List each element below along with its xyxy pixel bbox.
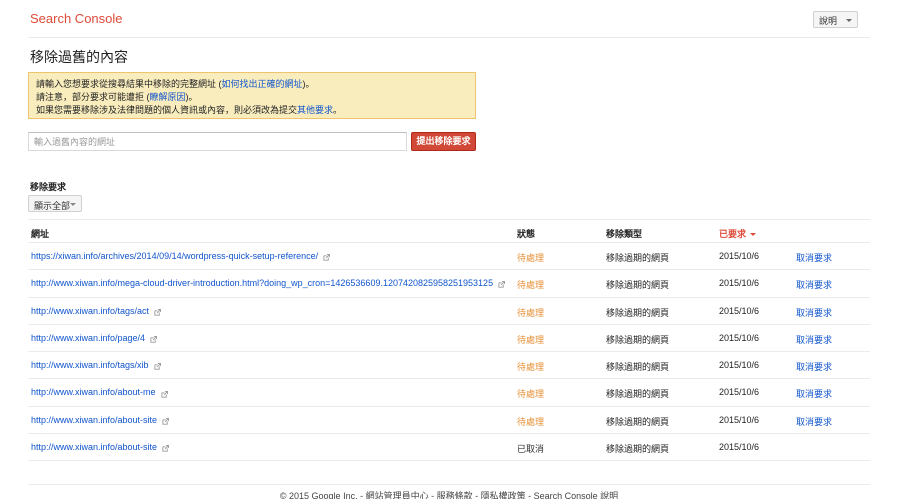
learn-why-link[interactable]: 瞭解原因 — [150, 92, 186, 102]
external-link-icon[interactable] — [498, 280, 506, 288]
other-request-link[interactable]: 其他要求 — [297, 105, 333, 115]
external-link-icon[interactable] — [154, 362, 161, 370]
external-link-icon[interactable] — [323, 253, 331, 261]
requested-date-text: 2015/10/6 — [719, 305, 760, 316]
external-link-icon[interactable] — [162, 417, 170, 425]
table-row: http://www.xiwan.info/about-me 待處理 移除過期的網頁… — [28, 379, 870, 407]
column-header-status[interactable]: 狀態 — [517, 227, 535, 240]
url-link[interactable]: http://www.xiwan.info/tags/xib — [31, 360, 149, 370]
table-header: 網址 狀態 移除類型 已要求 — [28, 219, 870, 243]
top-bar: Search Console 說明 — [0, 0, 900, 38]
column-header-type[interactable]: 移除類型 — [606, 227, 642, 240]
status-text: 已取消 — [517, 444, 545, 455]
url-link[interactable]: http://www.xiwan.info/tags/act — [31, 306, 149, 316]
requested-date-text: 2015/10/6 — [719, 387, 760, 398]
table-row: http://www.xiwan.info/about-site 已取消 移除過期的… — [28, 434, 870, 462]
removal-type-text: 移除過期的網頁 — [606, 253, 670, 263]
url-link[interactable]: http://www.xiwan.info/about-site — [31, 415, 157, 425]
row-url-cell: http://www.xiwan.info/about-site — [31, 415, 170, 425]
app-brand[interactable]: Search Console — [30, 11, 123, 26]
notice-line-1: 請輸入您想要求從搜尋結果中移除的完整網址 (如何找出正確的網址)。 — [36, 79, 315, 89]
notice-line-3: 如果您需要移除涉及法律問題的個人資訊或內容，則必須改為提交其他要求。 — [36, 105, 343, 115]
requested-date-text: 2015/10/6 — [719, 414, 760, 425]
url-link[interactable]: http://www.xiwan.info/about-me — [31, 387, 156, 397]
status-text: 待處理 — [517, 389, 545, 400]
submit-removal-button[interactable]: 提出移除要求 — [411, 132, 476, 151]
chevron-down-icon — [70, 203, 76, 206]
removal-type-text: 移除過期的網頁 — [606, 444, 670, 455]
outdated-url-input[interactable] — [28, 132, 407, 151]
row-url-cell: http://www.xiwan.info/tags/xib — [31, 360, 161, 370]
cancel-request-link[interactable]: 取消要求 — [796, 387, 832, 400]
requests-section-title: 移除要求 — [30, 182, 67, 192]
requested-date-text: 2015/10/6 — [719, 360, 760, 371]
cancel-request-link[interactable]: 取消要求 — [796, 251, 832, 264]
chevron-down-icon — [846, 19, 852, 22]
external-link-icon[interactable] — [162, 444, 170, 452]
url-link[interactable]: http://www.xiwan.info/about-site — [31, 442, 157, 452]
removal-type-text: 移除過期的網頁 — [606, 280, 670, 291]
instructions-notice: 請輸入您想要求從搜尋結果中移除的完整網址 (如何找出正確的網址)。 請注意，部分… — [28, 72, 476, 119]
status-text: 待處理 — [517, 416, 545, 427]
status-text: 待處理 — [517, 280, 545, 291]
column-header-requested[interactable]: 已要求 — [719, 227, 757, 240]
cancel-request-link[interactable]: 取消要求 — [796, 415, 832, 428]
help-button[interactable]: 說明 — [813, 11, 858, 28]
filter-dropdown[interactable]: 顯示全部 — [28, 195, 82, 212]
notice-line-2: 請注意，部分要求可能遭拒 (瞭解原因)。 — [36, 92, 198, 102]
find-correct-url-link[interactable]: 如何找出正確的網址 — [222, 79, 303, 89]
external-link-icon[interactable] — [161, 390, 168, 398]
requests-table: 網址 狀態 移除類型 已要求 https://xiwan.info/archiv… — [28, 219, 870, 462]
table-row: http://www.xiwan.info/tags/act 待處理 移除過期的網頁… — [28, 298, 870, 325]
status-text: 待處理 — [517, 334, 545, 345]
row-url-cell: http://www.xiwan.info/tags/act — [31, 306, 162, 316]
help-button-label: 說明 — [819, 16, 838, 26]
requested-date-text: 2015/10/6 — [719, 442, 760, 453]
column-header-requested-label: 已要求 — [719, 229, 747, 239]
table-row: http://www.xiwan.info/page/4 待處理 移除過期的網頁 20… — [28, 325, 870, 353]
table-body: https://xiwan.info/archives/2014/09/14/w… — [28, 243, 870, 462]
requested-date-text: 2015/10/6 — [719, 332, 760, 343]
page-title: 移除過舊的內容 — [30, 49, 128, 65]
cancel-request-link[interactable]: 取消要求 — [796, 278, 832, 291]
external-link-icon[interactable] — [154, 308, 162, 316]
url-link[interactable]: http://www.xiwan.info/page/4 — [31, 333, 145, 343]
filter-dropdown-label: 顯示全部 — [34, 201, 71, 211]
removal-type-text: 移除過期的網頁 — [606, 362, 670, 373]
table-row: http://www.xiwan.info/about-site 待處理 移除過期的… — [28, 407, 870, 435]
header-divider — [28, 37, 870, 38]
removal-type-text: 移除過期的網頁 — [606, 334, 670, 345]
row-url-cell: http://www.xiwan.info/about-me — [31, 387, 168, 397]
status-text: 待處理 — [517, 362, 545, 373]
url-link[interactable]: http://www.xiwan.info/mega-cloud-driver-… — [31, 278, 493, 288]
row-url-cell: https://xiwan.info/archives/2014/09/14/w… — [31, 251, 331, 261]
cancel-request-link[interactable]: 取消要求 — [796, 360, 832, 373]
row-url-cell: http://www.xiwan.info/about-site — [31, 442, 170, 452]
status-text: 待處理 — [517, 307, 545, 318]
removal-type-text: 移除過期的網頁 — [606, 416, 670, 427]
cancel-request-link[interactable]: 取消要求 — [796, 333, 832, 346]
table-row: https://xiwan.info/archives/2014/09/14/w… — [28, 243, 870, 271]
requested-date-text: 2015/10/6 — [719, 251, 760, 261]
external-link-icon[interactable] — [150, 335, 158, 343]
url-link[interactable]: https://xiwan.info/archives/2014/09/14/w… — [31, 251, 318, 261]
column-header-url[interactable]: 網址 — [31, 227, 49, 240]
row-url-cell: http://www.xiwan.info/page/4 — [31, 333, 158, 343]
status-text: 待處理 — [517, 253, 545, 263]
cancel-request-link[interactable]: 取消要求 — [796, 306, 832, 319]
sort-descending-icon — [750, 233, 757, 237]
row-url-cell: http://www.xiwan.info/mega-cloud-driver-… — [31, 278, 506, 288]
requested-date-text: 2015/10/6 — [719, 278, 760, 289]
removal-type-text: 移除過期的網頁 — [606, 307, 670, 318]
table-row: http://www.xiwan.info/tags/xib 待處理 移除過期的網頁… — [28, 352, 870, 380]
table-row: http://www.xiwan.info/mega-cloud-driver-… — [28, 270, 870, 298]
removal-type-text: 移除過期的網頁 — [606, 389, 670, 400]
page-footer: © 2015 Google Inc. - 網站管理員中心 - 服務條款 - 隱私… — [28, 484, 870, 499]
